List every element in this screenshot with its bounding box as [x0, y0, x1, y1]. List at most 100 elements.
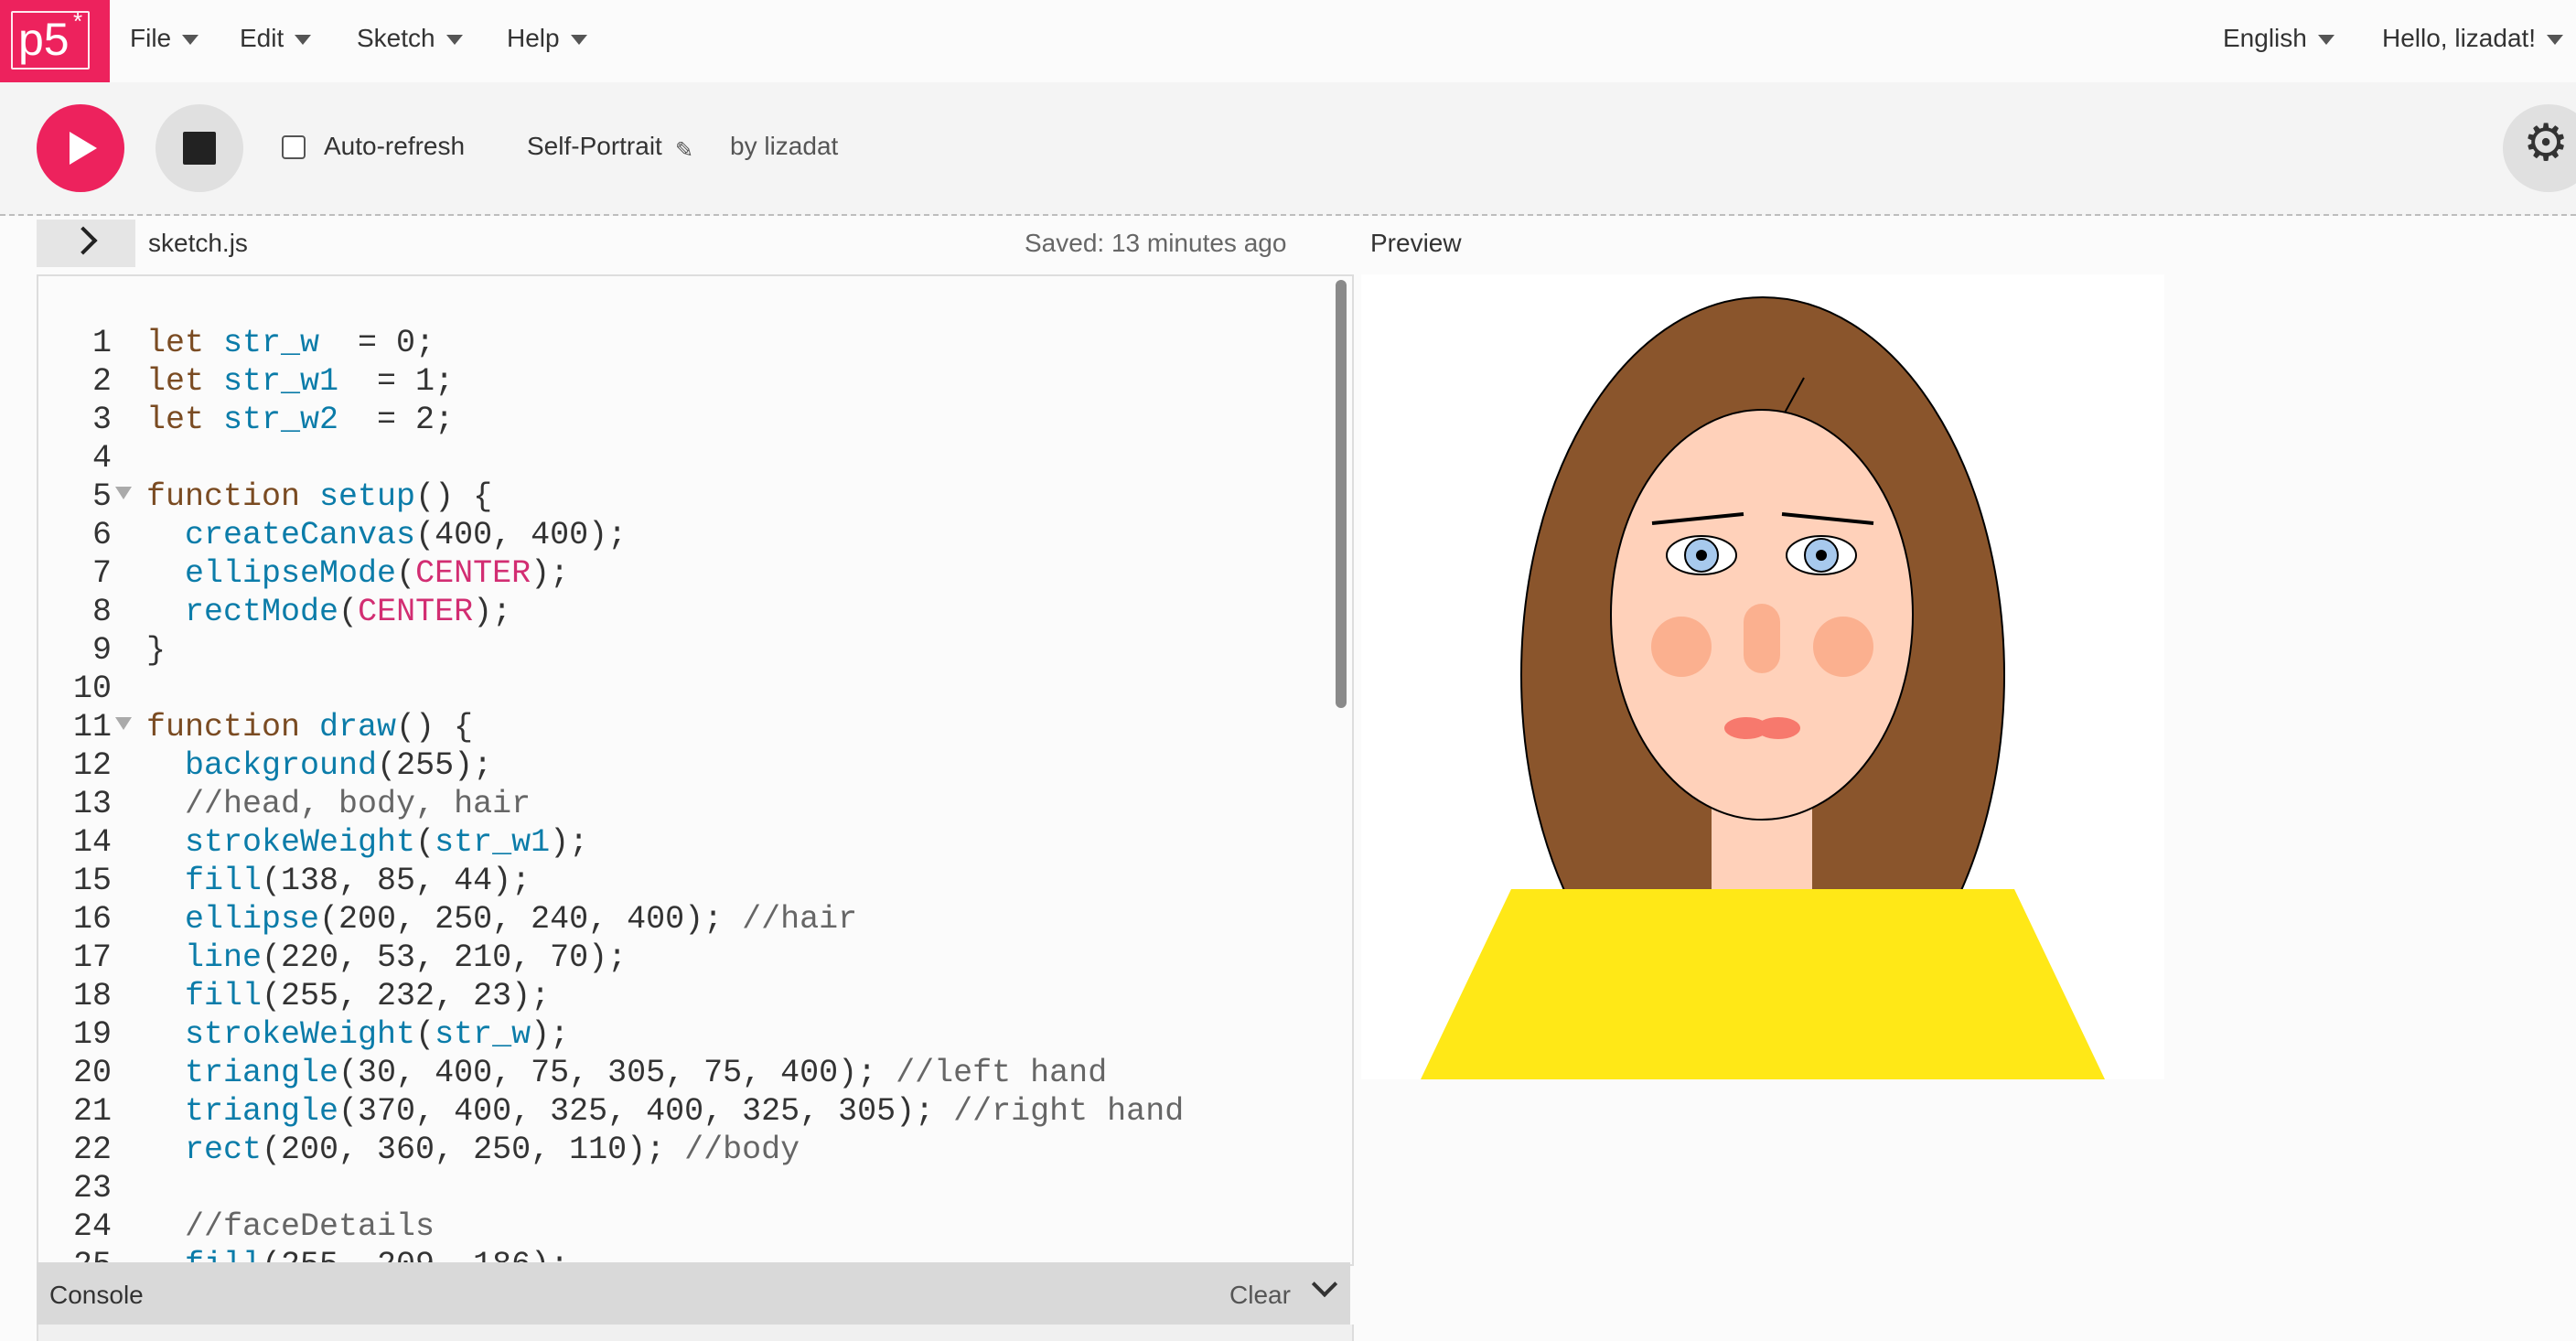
code-token: str_w2: [223, 402, 339, 438]
language-menu[interactable]: English: [2223, 24, 2334, 53]
code-editor[interactable]: 1 let str_w = 0; 2 let str_w1 = 1; 3 let str_…: [37, 274, 1354, 1266]
code-token: (30, 400, 75, 305, 75, 400);: [338, 1055, 896, 1091]
auto-refresh-checkbox[interactable]: [282, 135, 306, 159]
code-line[interactable]: 16 ellipse(200, 250, 240, 400); //hair: [38, 900, 1352, 939]
code-line[interactable]: 7 ellipseMode(CENTER);: [38, 554, 1352, 593]
play-button[interactable]: [37, 104, 124, 192]
line-number: 21: [72, 1093, 112, 1130]
sketch-name[interactable]: Self-Portrait: [527, 132, 662, 161]
code-line[interactable]: 20 triangle(30, 400, 75, 305, 75, 400); …: [38, 1054, 1352, 1092]
line-number: 9: [91, 632, 112, 669]
code-text: }: [146, 631, 166, 670]
code-token: (138, 85, 44);: [262, 863, 531, 899]
code-token: (220, 53, 210, 70);: [262, 939, 628, 976]
code-line[interactable]: 9}: [38, 631, 1352, 670]
code-text: fill(255, 232, 23);: [146, 977, 550, 1015]
code-line[interactable]: 8 rectMode(CENTER);: [38, 593, 1352, 631]
shirt-body: [1511, 889, 2014, 1079]
chevron-down-icon: [2317, 35, 2334, 46]
editor-scrollbar[interactable]: [1336, 280, 1347, 708]
code-line[interactable]: 21 triangle(370, 400, 325, 400, 325, 305…: [38, 1092, 1352, 1131]
menu-file[interactable]: File: [130, 24, 199, 53]
fold-arrow-icon[interactable]: [115, 717, 132, 730]
code-line[interactable]: 24 //faceDetails: [38, 1207, 1352, 1246]
code-token: //body: [684, 1132, 800, 1168]
chevron-down-icon: [295, 35, 312, 46]
code-token: //right hand: [953, 1093, 1185, 1130]
p5-logo[interactable]: p5 *: [0, 0, 110, 82]
menu-edit[interactable]: Edit: [240, 24, 312, 53]
code-token: ellipseMode: [185, 555, 397, 592]
code-token: str_w: [435, 1016, 531, 1053]
code-text: strokeWeight(str_w1);: [146, 823, 588, 862]
sidebar-toggle-button[interactable]: [37, 220, 135, 267]
line-number: 24: [72, 1208, 112, 1245]
logo-text: p5: [18, 14, 70, 65]
language-label: English: [2223, 24, 2307, 52]
pencil-icon[interactable]: ✎: [675, 137, 693, 164]
code-line[interactable]: 15 fill(138, 85, 44);: [38, 862, 1352, 900]
chevron-down-icon[interactable]: [1311, 1271, 1338, 1298]
menu-sketch[interactable]: Sketch: [357, 24, 463, 53]
menu-edit-label: Edit: [240, 24, 284, 52]
menu-help[interactable]: Help: [507, 24, 587, 53]
code-token: let: [146, 402, 224, 438]
code-line[interactable]: 1 let str_w = 0;: [38, 324, 1352, 362]
code-line[interactable]: 10: [38, 670, 1352, 708]
menu-file-label: File: [130, 24, 172, 52]
code-token: (: [415, 824, 435, 861]
user-greeting: Hello, lizadat!: [2382, 24, 2537, 52]
code-line[interactable]: 19 strokeWeight(str_w);: [38, 1015, 1352, 1054]
code-token: let: [146, 325, 224, 361]
code-token: rect: [185, 1132, 263, 1168]
code-line[interactable]: 3 let str_w2 = 2;: [38, 401, 1352, 439]
code-line[interactable]: 4: [38, 439, 1352, 477]
code-text: //head, body, hair: [146, 785, 531, 823]
code-line[interactable]: 5 function setup() {: [38, 477, 1352, 516]
code-text: triangle(370, 400, 325, 400, 325, 305); …: [146, 1092, 1184, 1131]
code-text: //faceDetails: [146, 1207, 435, 1246]
code-line[interactable]: 6 createCanvas(400, 400);: [38, 516, 1352, 554]
top-menu-bar: p5 * File Edit Sketch Help English Hello…: [0, 0, 2576, 82]
code-token: strokeWeight: [185, 824, 416, 861]
stop-button[interactable]: [156, 104, 243, 192]
console-clear-button[interactable]: Clear: [1229, 1281, 1291, 1310]
chevron-down-icon: [2547, 35, 2564, 46]
code-line[interactable]: 14 strokeWeight(str_w1);: [38, 823, 1352, 862]
code-text: ellipse(200, 250, 240, 400); //hair: [146, 900, 857, 939]
code-line[interactable]: 22 rect(200, 360, 250, 110); //body: [38, 1131, 1352, 1169]
line-number: 1: [91, 325, 112, 361]
code-line[interactable]: 13 //head, body, hair: [38, 785, 1352, 823]
code-line[interactable]: 17 line(220, 53, 210, 70);: [38, 939, 1352, 977]
left-pupil: [1696, 550, 1707, 561]
code-line[interactable]: 18 fill(255, 232, 23);: [38, 977, 1352, 1015]
lip-right: [1756, 717, 1800, 739]
code-token: = 1;: [338, 363, 455, 400]
right-pupil: [1816, 550, 1827, 561]
code-line[interactable]: 2 let str_w1 = 1;: [38, 362, 1352, 401]
sketch-author[interactable]: by lizadat: [730, 132, 838, 161]
chevron-down-icon: [445, 35, 463, 46]
settings-button[interactable]: ⚙: [2503, 104, 2576, 192]
code-line[interactable]: 12 background(255);: [38, 746, 1352, 785]
preview-canvas[interactable]: [1361, 274, 2164, 1079]
auto-refresh-label[interactable]: Auto-refresh: [324, 132, 465, 161]
line-number: 8: [91, 594, 112, 630]
code-token: (255);: [377, 747, 493, 784]
code-line[interactable]: 11 function draw() {: [38, 708, 1352, 746]
file-name-tab[interactable]: sketch.js: [148, 229, 248, 258]
code-text: rect(200, 360, 250, 110); //body: [146, 1131, 800, 1169]
code-lines: 1 let str_w = 0; 2 let str_w1 = 1; 3 let str_…: [38, 324, 1352, 1264]
line-number: 15: [72, 863, 112, 899]
code-line[interactable]: 23: [38, 1169, 1352, 1207]
user-menu[interactable]: Hello, lizadat!: [2382, 24, 2564, 53]
fold-arrow-icon[interactable]: [115, 487, 132, 499]
code-token: str_w1: [223, 363, 339, 400]
